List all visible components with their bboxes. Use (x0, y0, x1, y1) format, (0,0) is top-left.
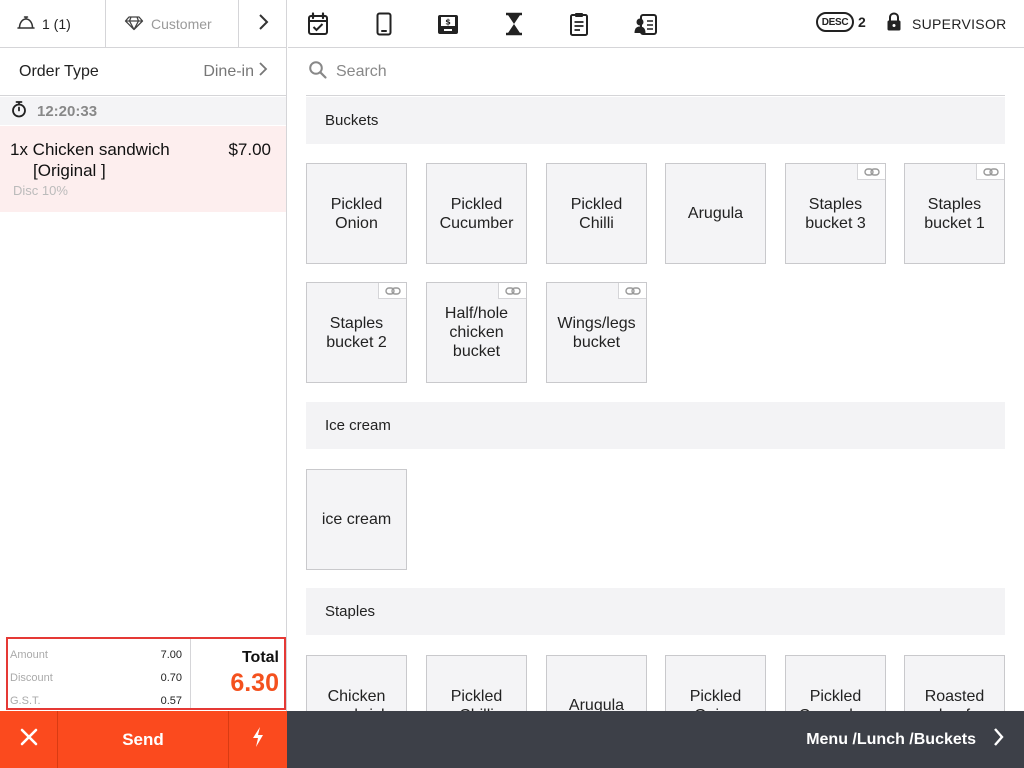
cancel-order-button[interactable] (0, 711, 58, 768)
totals-discount-value: 0.70 (160, 671, 182, 684)
menu-item-tile-linked[interactable]: Staples bucket 1 (904, 163, 1005, 264)
category-header-buckets: Buckets (306, 97, 1005, 144)
chevron-right-icon (257, 13, 269, 36)
discount-indicator[interactable]: DESC 2 (816, 12, 866, 32)
send-button[interactable]: Send (58, 711, 229, 768)
link-icon (378, 283, 406, 299)
totals-amount-row: Amount 7.00 (10, 643, 182, 666)
cloche-icon (16, 14, 36, 35)
desc-count: 2 (858, 14, 866, 30)
totals-gst-label: G.S.T. (10, 694, 41, 707)
totals-discount-label: Discount (10, 671, 53, 684)
tile-label: Staples bucket 2 (326, 314, 387, 351)
menu-item-tile[interactable]: Pickled Cucumber (785, 655, 886, 711)
order-type-row[interactable]: Order Type Dine-in (0, 48, 286, 96)
search-icon (308, 60, 328, 85)
totals-amount-label: Amount (10, 648, 48, 661)
menu-item-tile[interactable]: Pickled Cucumber (426, 163, 527, 264)
menu-item-tile-linked[interactable]: Half/hole chicken bucket (426, 282, 527, 383)
order-timer: 12:20:33 (0, 97, 286, 125)
svg-text:$: $ (445, 18, 451, 27)
menu-item-tile-linked[interactable]: Staples bucket 3 (785, 163, 886, 264)
totals-amount-value: 7.00 (160, 648, 182, 661)
menu-grid: Buckets Pickled Onion Pickled Cucumber P… (306, 97, 1006, 711)
hourglass-icon[interactable] (502, 12, 526, 36)
totals-gst-value: 0.57 (160, 694, 182, 707)
tile-label: Half/hole chicken bucket (444, 305, 509, 360)
totals-breakdown: Amount 7.00 Discount 0.70 G.S.T. 0.57 (8, 639, 191, 708)
menu-item-tile[interactable]: Chicken sandwich (306, 655, 407, 711)
tablet-icon[interactable] (372, 12, 396, 36)
menu-item-tile[interactable]: Pickled Onion (665, 655, 766, 711)
menu-breadcrumb-bar[interactable]: Menu /Lunch /Buckets (287, 711, 1024, 768)
desc-badge-text: DESC (821, 16, 849, 28)
totals-summary: Amount 7.00 Discount 0.70 G.S.T. 0.57 To… (6, 637, 286, 710)
close-icon (20, 728, 38, 751)
customer-next-button[interactable] (239, 0, 287, 48)
order-type-value-wrap: Dine-in (203, 61, 268, 82)
category-header-staples: Staples (306, 588, 1005, 635)
top-toolbar: $ DESC 2 SUPERVISOR (288, 0, 1024, 48)
diamond-icon (124, 15, 144, 34)
role-label: SUPERVISOR (912, 15, 1007, 32)
tile-label: Staples bucket 3 (805, 195, 866, 232)
chevron-right-icon (258, 61, 268, 82)
order-line-item[interactable]: 1x Chicken sandwich $7.00 [Original ] Di… (0, 126, 286, 212)
total-value: 6.30 (230, 669, 279, 697)
menu-item-tile[interactable]: Pickled Onion (306, 163, 407, 264)
order-item-discount: Disc 10% (13, 183, 68, 198)
menu-item-tile-linked[interactable]: Wings/legs bucket (546, 282, 647, 383)
user-card-icon[interactable] (634, 12, 658, 36)
total-label: Total (241, 649, 279, 666)
menu-item-tile[interactable]: Arugula (665, 163, 766, 264)
order-panel: 1 (1) Customer Order Type Dine-in 12:20:… (0, 0, 287, 768)
customer-button[interactable]: Customer (106, 0, 239, 48)
order-item-price: $7.00 (228, 140, 271, 159)
tile-label: Wings/legs bucket (557, 314, 636, 351)
order-item-name: 1x Chicken sandwich (10, 140, 170, 159)
calendar-check-icon[interactable] (306, 12, 330, 36)
desc-badge-icon: DESC (816, 12, 854, 32)
totals-discount-row: Discount 0.70 (10, 666, 182, 689)
category-header-ice-cream: Ice cream (306, 402, 1005, 449)
breadcrumb: Menu /Lunch /Buckets (806, 730, 976, 748)
guests-count: 1 (1) (42, 16, 71, 32)
link-icon (618, 283, 646, 299)
chevron-right-icon (992, 727, 1004, 752)
menu-item-tile[interactable]: Arugula (546, 655, 647, 711)
search-bar (306, 49, 1005, 96)
order-panel-header: 1 (1) Customer (0, 0, 287, 48)
quick-pay-button[interactable] (229, 711, 287, 768)
supervisor-lock[interactable]: SUPERVISOR (886, 12, 1007, 35)
tile-label: Staples bucket 1 (924, 195, 985, 232)
order-type-value: Dine-in (203, 62, 254, 80)
menu-item-tile[interactable]: ice cream (306, 469, 407, 570)
lightning-icon (251, 726, 265, 753)
link-icon (498, 283, 526, 299)
grand-total: Total 6.30 (191, 639, 284, 708)
stopwatch-icon (11, 100, 27, 122)
menu-item-tile[interactable]: Pickled Chilli (426, 655, 527, 711)
guests-button[interactable]: 1 (1) (0, 0, 106, 48)
order-type-label: Order Type (19, 62, 99, 80)
menu-item-tile-linked[interactable]: Staples bucket 2 (306, 282, 407, 383)
menu-item-tile[interactable]: Pickled Chilli (546, 163, 647, 264)
totals-gst-row: G.S.T. 0.57 (10, 689, 182, 712)
clipboard-icon[interactable] (567, 12, 591, 36)
lock-icon (886, 12, 902, 35)
cash-drawer-icon[interactable]: $ (436, 12, 460, 36)
search-input[interactable] (336, 63, 936, 81)
order-actions: Send (0, 711, 287, 768)
order-item-modifier: [Original ] (33, 161, 106, 180)
timer-value: 12:20:33 (37, 102, 98, 120)
order-item-main: 1x Chicken sandwich $7.00 (10, 140, 271, 160)
link-icon (857, 164, 885, 180)
link-icon (976, 164, 1004, 180)
menu-item-tile[interactable]: Roasted beef (904, 655, 1005, 711)
customer-label: Customer (151, 16, 212, 32)
